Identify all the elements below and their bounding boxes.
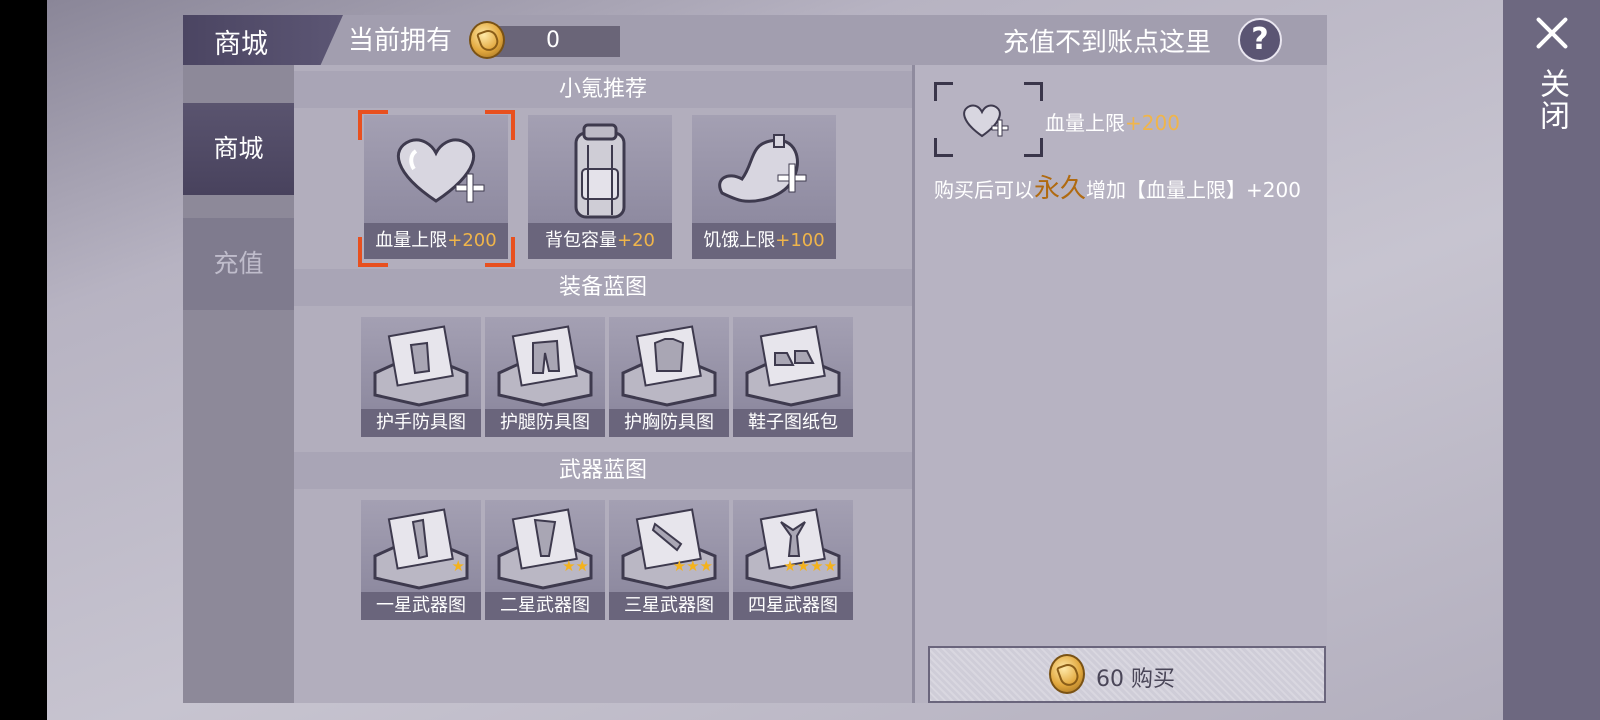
item-card-weapon-3star[interactable]: ★★★ 三星武器图 (609, 500, 729, 620)
selection-corner (485, 237, 515, 267)
section-title-weapons: 武器蓝图 (294, 452, 912, 489)
detail-item-bonus: +200 (1125, 111, 1180, 135)
section-title-recommend: 小氪推荐 (294, 71, 912, 108)
selection-corner (485, 110, 515, 140)
shop-title: 商城 (214, 29, 268, 60)
item-card-weapon-4star[interactable]: ★★★★ 四星武器图 (733, 500, 853, 620)
buy-price: 60 (1096, 667, 1124, 692)
star-icon: ★ (575, 557, 589, 575)
item-card-gloves[interactable]: 护手防具图 (361, 317, 481, 437)
item-name: 三星武器图 (609, 592, 729, 620)
frame-corner (1024, 138, 1043, 157)
item-card-chest[interactable]: 护胸防具图 (609, 317, 729, 437)
star-rating: ★ (452, 556, 465, 575)
star-icon: ★ (699, 557, 713, 575)
section-title-equipment: 装备蓝图 (294, 269, 912, 306)
blueprint-weapon-icon (485, 500, 605, 592)
star-icon: ★ (783, 557, 797, 575)
backpack-icon (528, 115, 672, 223)
detail-emphasis: 永久 (1034, 174, 1087, 204)
item-bonus: +100 (775, 230, 825, 251)
buy-label: 购买 (1131, 667, 1176, 692)
item-card-hunger[interactable]: 饥饿上限+100 (692, 115, 836, 259)
stomach-plus-icon (692, 115, 836, 223)
star-icon: ★ (810, 557, 824, 575)
star-rating: ★★ (562, 556, 589, 575)
star-icon: ★ (672, 557, 687, 575)
star-icon: ★ (796, 557, 811, 575)
item-name: 护腿防具图 (485, 409, 605, 437)
blueprint-weapon-icon (733, 500, 853, 592)
frame-corner (1024, 82, 1043, 101)
item-name: 护胸防具图 (609, 409, 729, 437)
blueprint-weapon-icon (609, 500, 729, 592)
gold-coin-icon (1049, 654, 1085, 694)
star-rating: ★★★ (673, 556, 713, 575)
item-card-pants[interactable]: 护腿防具图 (485, 317, 605, 437)
item-name: 鞋子图纸包 (733, 409, 853, 437)
item-name: 二星武器图 (485, 592, 605, 620)
blueprint-shoes-icon (733, 317, 853, 409)
item-name: 四星武器图 (733, 592, 853, 620)
tab-recharge[interactable]: 充值 (183, 218, 294, 310)
help-icon[interactable]: ? (1238, 18, 1282, 62)
buy-button-label[interactable]: 60 购买 (1096, 661, 1175, 693)
item-name: 护手防具图 (361, 409, 481, 437)
item-bonus: +20 (617, 230, 655, 251)
blueprint-chest-icon (609, 317, 729, 409)
close-button[interactable]: 关闭 (1534, 68, 1569, 132)
blueprint-weapon-icon (361, 500, 481, 592)
close-icon[interactable] (1533, 14, 1571, 52)
selection-corner (358, 110, 388, 140)
star-icon: ★ (686, 557, 700, 575)
item-name: 饥饿上限 (703, 230, 776, 251)
item-card-shoes[interactable]: 鞋子图纸包 (733, 317, 853, 437)
balance-value: 0 (546, 28, 560, 53)
heart-plus-icon (954, 92, 1014, 148)
recharge-help-link[interactable]: 充值不到账点这里 (1003, 22, 1211, 59)
blueprint-pants-icon (485, 317, 605, 409)
frame-corner (934, 82, 953, 101)
frame-corner (934, 138, 953, 157)
detail-item-name: 血量上限+200 (1045, 111, 1180, 135)
item-name: 背包容量 (545, 230, 617, 251)
owned-label: 当前拥有 (348, 26, 453, 56)
item-card-bag[interactable]: 背包容量+20 (528, 115, 672, 259)
star-rating: ★★★★ (783, 556, 837, 575)
blueprint-gloves-icon (361, 317, 481, 409)
star-icon: ★ (451, 557, 465, 575)
star-icon: ★ (823, 557, 837, 575)
item-card-weapon-1star[interactable]: ★ 一星武器图 (361, 500, 481, 620)
detail-description: 购买后可以永久增加【血量上限】+200 (934, 174, 1301, 204)
detail-panel (915, 65, 1327, 703)
item-card-weapon-2star[interactable]: ★★ 二星武器图 (485, 500, 605, 620)
star-icon: ★ (562, 557, 576, 575)
tab-shop[interactable]: 商城 (183, 103, 294, 195)
item-name: 一星武器图 (361, 592, 481, 620)
selection-corner (358, 237, 388, 267)
